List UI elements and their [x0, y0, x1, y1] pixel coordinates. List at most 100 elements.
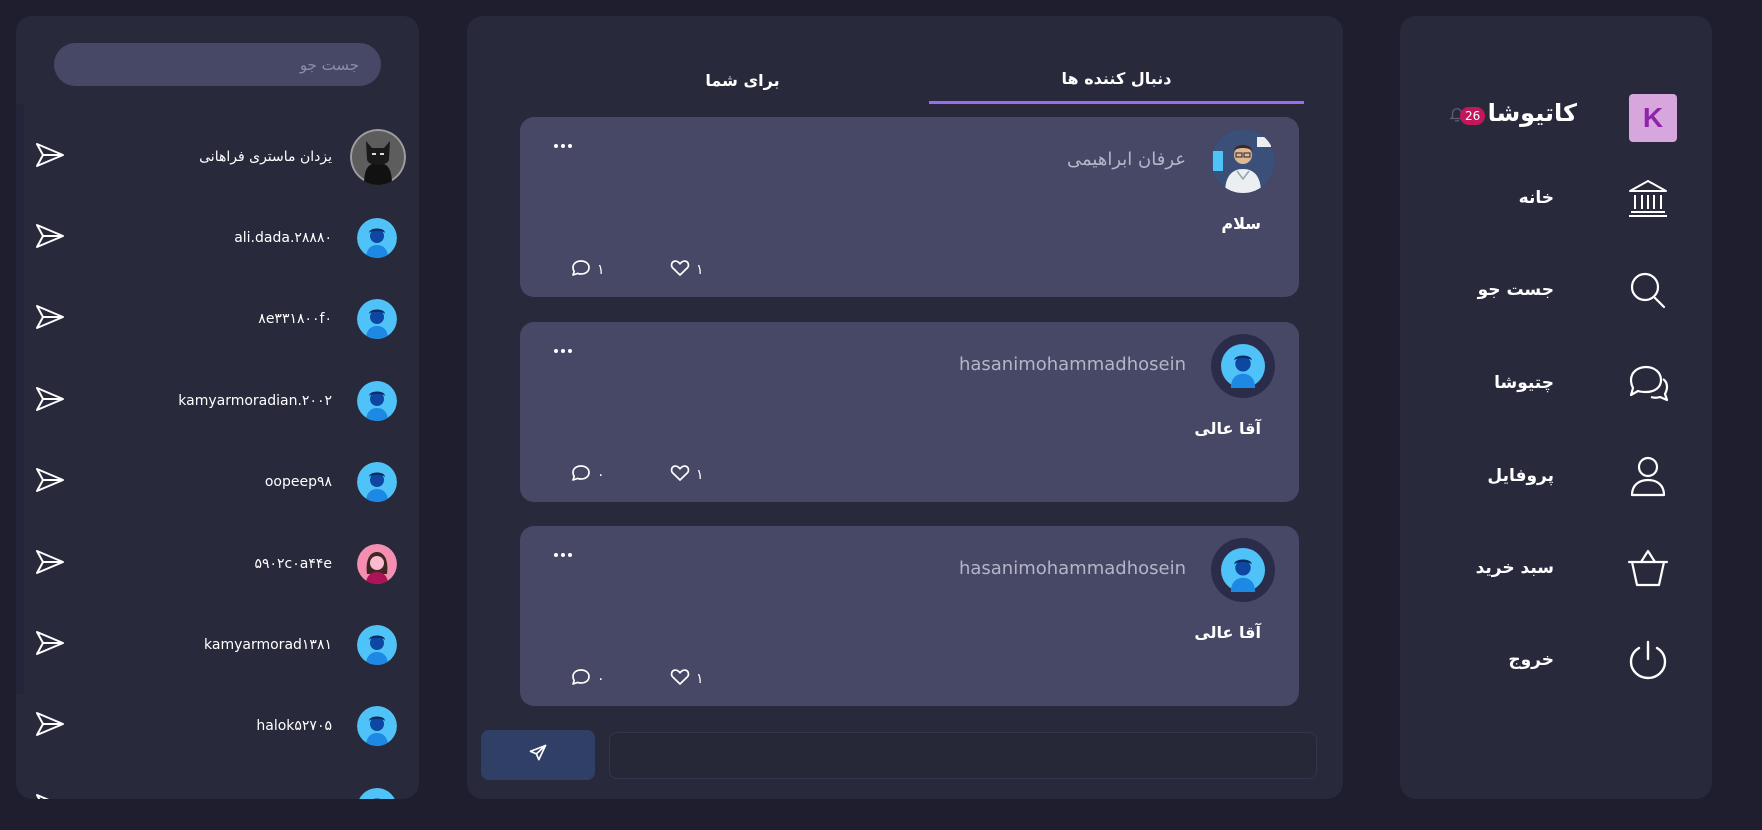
male-avatar [357, 787, 397, 799]
user-name: kamyarmoradian.۲۰۰۲ [178, 392, 332, 409]
user-name: halok۵۲۷۰۵ [256, 718, 332, 735]
user-list-item[interactable]: یزدان ماستری فراهانی [16, 116, 419, 197]
nav-item-label: چتیوشا [1494, 373, 1554, 393]
user-list-item[interactable]: halok۵۲۷۰۵ [16, 686, 419, 767]
male-avatar[interactable] [1211, 538, 1275, 602]
user-list-item[interactable]: hasanimohammadhosein [16, 767, 419, 799]
user-name: ali.dada.۲۸۸۸۰ [234, 230, 332, 247]
like-button[interactable]: ۱ [670, 259, 704, 281]
nav-item-label: جست جو [1477, 280, 1554, 300]
post-author[interactable]: hasanimohammadhosein [959, 558, 1186, 579]
send-icon [35, 793, 65, 799]
comment-icon [571, 259, 591, 281]
nav-item-label: پروفایل [1487, 466, 1554, 486]
heart-icon [670, 464, 690, 486]
nav-item-label: خانه [1518, 188, 1554, 208]
more-options-icon[interactable] [550, 139, 576, 153]
male-avatar [357, 462, 397, 503]
send-message-button[interactable] [34, 793, 66, 799]
nav-item[interactable]: چتیوشا [1400, 353, 1712, 413]
send-icon [35, 630, 65, 660]
user-list-item[interactable]: kamyarmorad۱۳۸۱ [16, 604, 419, 685]
logo-letter: K [1642, 102, 1664, 133]
photo-avatar[interactable] [1211, 129, 1275, 193]
feed-tabs: دنبال کننده ها برای شما [467, 56, 1343, 106]
send-icon [35, 467, 65, 497]
comment-button[interactable]: ۱ [571, 259, 605, 281]
comment-icon [571, 668, 591, 690]
comment-button[interactable]: ۰ [571, 464, 605, 486]
search-icon [1626, 268, 1670, 312]
composer-send-button[interactable] [481, 730, 595, 780]
like-button[interactable]: ۱ [670, 668, 704, 690]
power-icon [1626, 638, 1670, 682]
heart-icon [670, 259, 690, 281]
send-message-button[interactable] [34, 468, 66, 496]
post-text: آقا عالی [1194, 419, 1261, 438]
more-options-icon[interactable] [550, 344, 576, 358]
female-avatar [357, 543, 397, 584]
users-panel: یزدان ماستری فراهانی ali.dada.۲۸۸۸۰ ۸e۳۳۱۸… [16, 16, 419, 799]
app-logo[interactable]: K [1629, 94, 1677, 142]
user-name: ۸e۳۳۱۸۰۰f۰ [258, 311, 332, 328]
nav-item-label: سبد خرید [1475, 558, 1554, 578]
user-name: یزدان ماستری فراهانی [199, 148, 332, 165]
like-button[interactable]: ۱ [670, 464, 704, 486]
comment-icon [571, 464, 591, 486]
nav-panel: K کاتیوشا 26 خانه جست جو چتیوشا پروفایل سبد … [1400, 16, 1712, 799]
comment-count: ۰ [597, 467, 605, 483]
send-icon [35, 386, 65, 416]
notification-badge: 26 [1460, 107, 1486, 125]
user-list-item[interactable]: oopeep۹۸ [16, 442, 419, 523]
nav-item[interactable]: پروفایل [1400, 446, 1712, 506]
send-message-button[interactable] [34, 549, 66, 579]
user-list-item[interactable]: kamyarmoradian.۲۰۰۲ [16, 360, 419, 441]
app-title: کاتیوشا [1487, 99, 1577, 127]
send-icon [35, 549, 65, 579]
send-message-button[interactable] [34, 631, 66, 659]
composer-input[interactable] [609, 732, 1317, 779]
user-list-item[interactable]: ۵۹۰۲c۰a۴۴e [16, 523, 419, 604]
bank-icon [1626, 176, 1670, 220]
tab-for-you[interactable]: برای شما [555, 56, 930, 104]
batman-avatar [350, 128, 406, 185]
nav-item[interactable]: سبد خرید [1400, 538, 1712, 598]
like-count: ۱ [696, 467, 704, 483]
male-avatar[interactable] [1211, 334, 1275, 398]
post-card: عرفان ابراهیمی سلام ۱ ۱ [520, 117, 1299, 297]
heart-icon [670, 668, 690, 690]
user-icon [1626, 454, 1670, 498]
send-message-button[interactable] [34, 386, 66, 416]
male-avatar [357, 706, 397, 747]
post-text: سلام [1221, 214, 1261, 233]
tab-followers[interactable]: دنبال کننده ها [929, 56, 1304, 104]
male-avatar [357, 299, 397, 340]
post-author[interactable]: عرفان ابراهیمی [1067, 149, 1186, 170]
post-card: hasanimohammadhosein آقا عالی ۰ ۱ [520, 322, 1299, 502]
user-name: oopeep۹۸ [264, 474, 332, 491]
nav-item[interactable]: خانه [1400, 168, 1712, 228]
user-list-item[interactable]: ۸e۳۳۱۸۰۰f۰ [16, 279, 419, 360]
nav-item[interactable]: خروج [1400, 630, 1712, 690]
notification-button[interactable]: 26 [1448, 105, 1486, 127]
send-message-button[interactable] [34, 142, 66, 171]
user-list-item[interactable]: ali.dada.۲۸۸۸۰ [16, 197, 419, 278]
send-icon [35, 304, 65, 334]
post-card: hasanimohammadhosein آقا عالی ۰ ۱ [520, 526, 1299, 706]
send-message-button[interactable] [34, 712, 66, 740]
user-list: یزدان ماستری فراهانی ali.dada.۲۸۸۸۰ ۸e۳۳۱۸… [16, 116, 419, 799]
male-avatar [357, 218, 397, 259]
post-author[interactable]: hasanimohammadhosein [959, 354, 1186, 375]
more-options-icon[interactable] [550, 548, 576, 562]
comment-button[interactable]: ۰ [571, 668, 605, 690]
comment-count: ۰ [597, 671, 605, 687]
send-message-button[interactable] [34, 305, 66, 333]
user-search-input[interactable] [54, 43, 381, 86]
nav-item-label: خروج [1508, 650, 1554, 670]
send-icon [35, 711, 65, 741]
user-name: ۵۹۰۲c۰a۴۴e [254, 555, 332, 572]
send-message-button[interactable] [34, 224, 66, 252]
chat-icon [1626, 361, 1670, 405]
nav-item[interactable]: جست جو [1400, 260, 1712, 320]
post-text: آقا عالی [1194, 623, 1261, 642]
